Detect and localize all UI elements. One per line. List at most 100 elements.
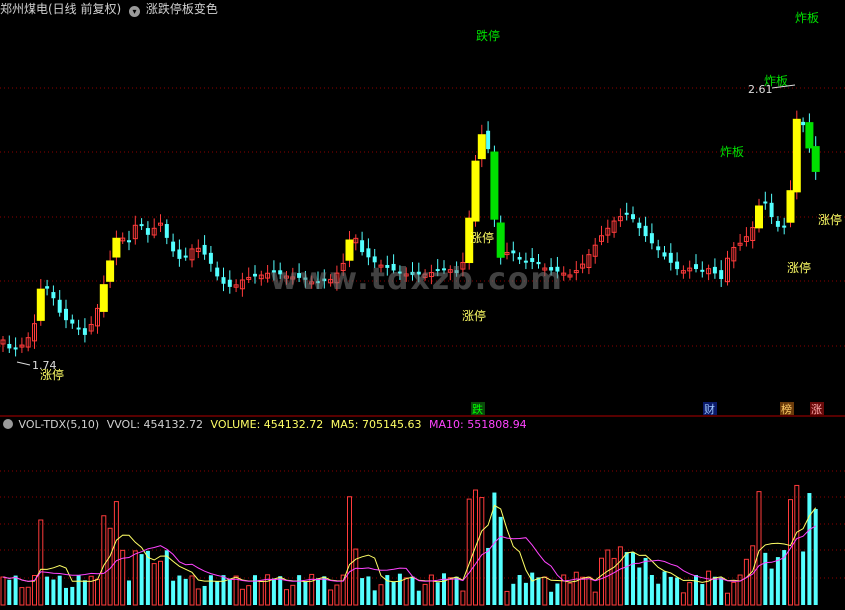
volume-bar bbox=[0, 576, 6, 606]
volume-bar bbox=[328, 589, 334, 606]
volume-bar bbox=[687, 582, 693, 606]
broken-limit-label: 炸板 bbox=[795, 11, 819, 25]
event-marker-die: 跌 bbox=[472, 402, 483, 416]
volume-bar bbox=[788, 499, 793, 606]
kline-chart[interactable]: 跌停 涨停 涨停 涨停 涨停 涨停 炸板 炸板 炸板 1.74 2.61 跌 财… bbox=[0, 0, 845, 610]
volume-bar bbox=[82, 580, 87, 605]
candle-body bbox=[45, 286, 50, 289]
volume-bar bbox=[19, 587, 25, 606]
volume-bar bbox=[391, 582, 396, 605]
volume-bar bbox=[51, 579, 56, 605]
volume-bar bbox=[523, 582, 528, 605]
volume-bar bbox=[316, 578, 320, 605]
candle-body bbox=[763, 201, 768, 204]
candle-body bbox=[486, 130, 491, 150]
volume-bar bbox=[737, 574, 743, 606]
dropdown-icon[interactable]: ▾ bbox=[129, 6, 141, 17]
volume-bar bbox=[454, 576, 459, 605]
candle-body bbox=[755, 205, 763, 229]
volume-bar bbox=[25, 586, 31, 606]
limit-up-label: 涨停 bbox=[818, 212, 842, 227]
candle-body bbox=[177, 249, 182, 259]
volume-bar bbox=[580, 576, 586, 606]
volume-bar bbox=[442, 573, 446, 605]
broken-limit-label: 炸板 bbox=[720, 145, 744, 159]
vvol-value: VVOL: 454132.72 bbox=[106, 418, 204, 431]
candle-body bbox=[51, 292, 56, 299]
volume-bar bbox=[233, 575, 239, 606]
chart-grid bbox=[0, 87, 845, 579]
dropdown-icon[interactable] bbox=[3, 419, 13, 429]
volume-bar bbox=[284, 589, 289, 606]
stock-title[interactable]: 郑州煤电(日线 前复权) bbox=[0, 2, 121, 16]
volume-bar bbox=[372, 590, 377, 605]
candle-body bbox=[496, 222, 505, 258]
volume-bar bbox=[278, 576, 283, 605]
volume-bar bbox=[171, 580, 176, 605]
volume-bar bbox=[70, 586, 75, 605]
volume-bar bbox=[177, 575, 182, 605]
candle-body bbox=[649, 233, 654, 244]
volume-bar bbox=[763, 552, 768, 605]
volume-bar bbox=[567, 582, 573, 606]
candle-body bbox=[145, 228, 150, 235]
candle-body bbox=[782, 225, 787, 228]
candle-body bbox=[811, 146, 820, 172]
candle-body bbox=[345, 239, 354, 261]
candle-body bbox=[712, 266, 717, 274]
watermark: www.tdxzb.com bbox=[270, 262, 564, 297]
candle-body bbox=[253, 273, 257, 277]
volume-bar bbox=[195, 588, 201, 606]
volume-bar bbox=[680, 592, 686, 606]
volume-bar bbox=[208, 575, 213, 605]
volume-bar bbox=[360, 578, 365, 605]
volume-bar bbox=[410, 576, 415, 605]
candle-body bbox=[637, 222, 642, 229]
candle-body bbox=[70, 319, 75, 324]
volume-bar bbox=[416, 590, 421, 605]
volume-bar bbox=[258, 580, 264, 606]
volume-bar bbox=[743, 558, 749, 606]
candle-body bbox=[694, 264, 698, 269]
volume-bar bbox=[101, 515, 107, 606]
indicator-name[interactable]: 涨跌停板变色 bbox=[146, 2, 218, 16]
volume-bar bbox=[113, 501, 119, 606]
volume-header: VOL-TDX(5,10) VVOL: 454132.72 VOLUME: 45… bbox=[0, 417, 531, 432]
volume-bar bbox=[511, 583, 516, 605]
volume-indicator-name[interactable]: VOL-TDX(5,10) bbox=[19, 418, 100, 431]
candle-body bbox=[792, 118, 801, 193]
candle-body bbox=[82, 328, 87, 335]
volume-bar bbox=[246, 585, 252, 606]
candle-body bbox=[171, 241, 176, 252]
candle-body bbox=[106, 260, 115, 282]
candle-body bbox=[700, 269, 705, 272]
volume-bar bbox=[656, 583, 661, 605]
candle-body bbox=[675, 261, 680, 270]
price-low-label: 1.74 bbox=[32, 359, 57, 372]
limit-up-label: 涨停 bbox=[462, 308, 486, 323]
volume-bar bbox=[45, 576, 50, 605]
volume-bar bbox=[76, 575, 81, 605]
volume-bar bbox=[221, 575, 226, 605]
volume-bar bbox=[813, 508, 818, 605]
volume-bars bbox=[0, 484, 818, 606]
volume-bar bbox=[631, 552, 635, 605]
volume-bar bbox=[731, 581, 737, 606]
volume-bar bbox=[403, 577, 409, 606]
volume-bar bbox=[624, 552, 629, 605]
candle-body bbox=[127, 240, 131, 243]
volume-bar bbox=[466, 498, 472, 606]
ma10-value: MA10: 551808.94 bbox=[428, 418, 527, 431]
candle-body bbox=[76, 327, 81, 330]
volume-bar bbox=[158, 560, 163, 606]
volume-bar bbox=[202, 585, 207, 605]
volume-bar bbox=[617, 546, 623, 606]
event-marker-cai: 财 bbox=[704, 402, 715, 416]
candle-body bbox=[202, 244, 207, 255]
volume-bar bbox=[322, 576, 327, 605]
volume-bar bbox=[447, 577, 453, 606]
volume-bar bbox=[127, 580, 131, 605]
volume-bar bbox=[297, 575, 302, 605]
volume-value: VOLUME: 454132.72 bbox=[210, 418, 324, 431]
candle-body bbox=[490, 151, 499, 220]
